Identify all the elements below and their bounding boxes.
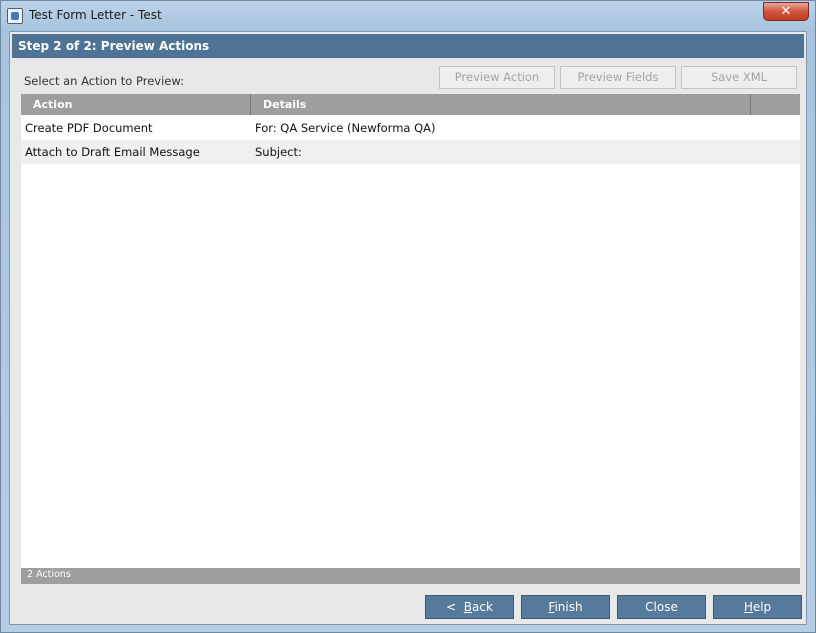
save-xml-button[interactable]: Save XML [681,66,797,89]
back-button-prefix: < [446,600,464,614]
finish-button[interactable]: Finish [521,595,610,619]
preview-action-button[interactable]: Preview Action [439,66,555,89]
back-button-label: ack [472,600,493,614]
step-title: Step 2 of 2: Preview Actions [18,39,210,53]
dialog-client-area: Step 2 of 2: Preview Actions Select an A… [9,31,807,625]
help-button-mnemonic: H [743,600,753,614]
form-letter-icon [7,8,23,24]
back-button[interactable]: < Back [425,595,514,619]
cell-action: Attach to Draft Email Message [25,145,200,159]
help-button[interactable]: Help [713,595,802,619]
help-button-label: elp [752,600,772,614]
table-row[interactable]: Attach to Draft Email Message Subject: [21,140,800,164]
dialog-window: Test Form Letter - Test ✕ Step 2 of 2: P… [0,0,816,633]
column-header-filler [751,94,800,115]
step-header: Step 2 of 2: Preview Actions [12,34,804,58]
cell-action: Create PDF Document [25,121,153,135]
window-title: Test Form Letter - Test [29,8,162,22]
close-icon[interactable]: ✕ [763,2,809,21]
grid-status-bar: 2 Actions [21,568,800,584]
column-header-details[interactable]: Details [251,94,751,115]
cell-details: Subject: [255,145,302,159]
actions-grid[interactable]: Action Details Create PDF Document For: … [21,94,800,584]
grid-header: Action Details [21,94,800,115]
finish-button-label: inish [554,600,583,614]
title-bar[interactable]: Test Form Letter - Test ✕ [1,1,815,31]
actions-count: 2 Actions [27,569,71,580]
column-header-action[interactable]: Action [21,94,251,115]
close-button[interactable]: Close [617,595,706,619]
cell-details: For: QA Service (Newforma QA) [255,121,436,135]
select-action-label: Select an Action to Preview: [24,74,185,88]
back-button-mnemonic: B [463,600,472,614]
table-row[interactable]: Create PDF Document For: QA Service (New… [21,116,800,140]
preview-fields-button[interactable]: Preview Fields [560,66,676,89]
